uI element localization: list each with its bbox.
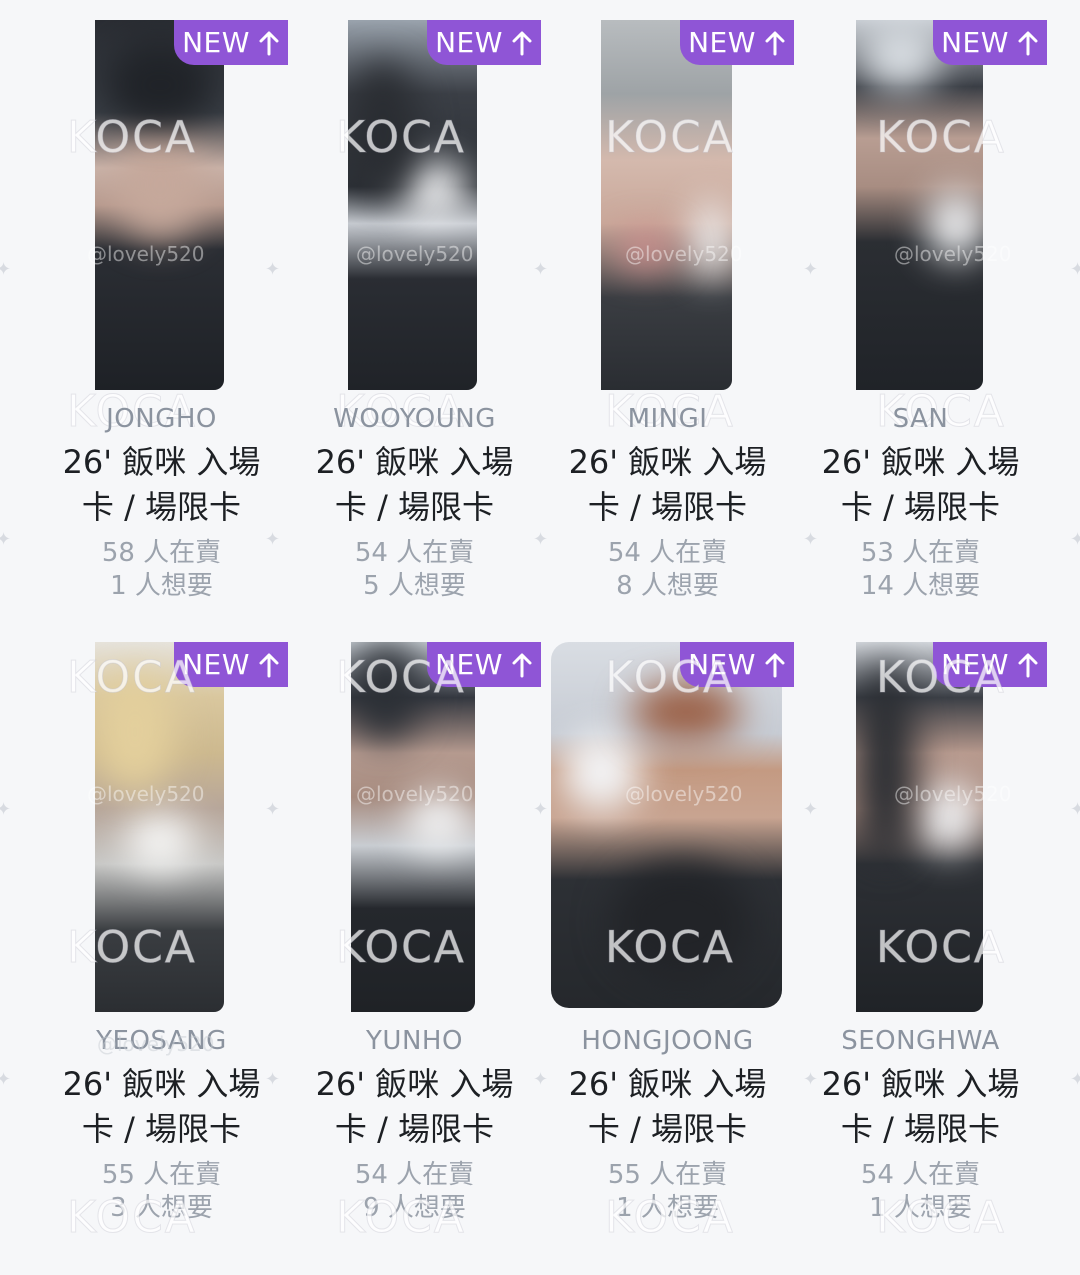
member-name: HONGJOONG (581, 1026, 754, 1056)
card-title-line-1[interactable]: 26' 飯咪 入場 (35, 440, 288, 484)
photocard-grid: NEW KOCA @lovely520 KOCA JONGHO 26' 飯咪 入… (0, 0, 1080, 1275)
sellers-count: 53 人在賣 (860, 538, 981, 568)
photocard-item[interactable]: NEW KOCA KOCA @lovely520 HONGJOONG 26' 飯… (541, 642, 794, 1244)
new-badge: NEW (933, 642, 1047, 687)
arrow-up-icon (259, 31, 279, 55)
new-badge: NEW (680, 642, 794, 687)
new-badge-label: NEW (182, 648, 250, 681)
member-name: WOOYOUNG (333, 404, 496, 434)
new-badge-label: NEW (941, 26, 1009, 59)
card-photo[interactable] (95, 20, 224, 390)
card-photo[interactable] (348, 20, 477, 390)
card-title-line-1[interactable]: 26' 飯咪 入場 (794, 440, 1047, 484)
sellers-count: 55 人在賣 (607, 1160, 728, 1190)
photocard-item[interactable]: NEW KOCA @lovely520 KOCA MINGI 26' 飯咪 入場… (541, 20, 794, 620)
member-name: MINGI (627, 404, 708, 434)
card-title-line-2[interactable]: 卡 / 場限卡 (288, 1107, 541, 1151)
photocard-item[interactable]: NEW KOCA KOCA @lovely520 SEONGHWA 26' 飯咪… (794, 642, 1047, 1244)
arrow-up-icon (765, 31, 785, 55)
card-title-line-1[interactable]: 26' 飯咪 入場 (541, 440, 794, 484)
arrow-up-icon (765, 653, 785, 677)
new-badge-label: NEW (688, 648, 756, 681)
wants-count: 3 人想要 (110, 1193, 213, 1223)
card-photo[interactable] (95, 642, 224, 1012)
new-badge-label: NEW (435, 26, 503, 59)
card-title-line-1[interactable]: 26' 飯咪 入場 (288, 440, 541, 484)
arrow-up-icon (1018, 653, 1038, 677)
wants-count: 5 人想要 (363, 571, 466, 601)
card-title-line-2[interactable]: 卡 / 場限卡 (35, 1107, 288, 1151)
member-name: SEONGHWA (841, 1026, 1000, 1056)
member-name: SAN (892, 404, 949, 434)
new-badge-label: NEW (688, 26, 756, 59)
photocard-item[interactable]: NEW KOCA KOCA @lovely520 YUNHO 26' 飯咪 入場… (288, 642, 541, 1244)
card-image-area[interactable]: NEW KOCA KOCA @lovely520 (541, 642, 794, 1012)
card-image-area[interactable]: NEW KOCA KOCA @lovely520 (35, 642, 288, 1012)
photocard-item[interactable]: NEW KOCA KOCA @lovely520 YEOSANG @lovely… (35, 642, 288, 1244)
sellers-count: 54 人在賣 (354, 1160, 475, 1190)
card-title-line-1[interactable]: 26' 飯咪 入場 (35, 1062, 288, 1106)
card-title-line-1[interactable]: 26' 飯咪 入場 (794, 1062, 1047, 1106)
new-badge-label: NEW (435, 648, 503, 681)
card-title-line-2[interactable]: 卡 / 場限卡 (794, 485, 1047, 529)
new-badge: NEW (427, 20, 541, 65)
card-photo[interactable] (551, 642, 782, 1008)
card-photo[interactable] (351, 642, 475, 1012)
card-image-area[interactable]: NEW KOCA @lovely520 (794, 20, 1047, 390)
sellers-count: 54 人在賣 (607, 538, 728, 568)
card-title-line-1[interactable]: 26' 飯咪 入場 (541, 1062, 794, 1106)
card-image-area[interactable]: NEW KOCA KOCA @lovely520 (288, 642, 541, 1012)
arrow-up-icon (512, 653, 532, 677)
photocard-item[interactable]: NEW KOCA @lovely520 KOCA JONGHO 26' 飯咪 入… (35, 20, 288, 620)
new-badge: NEW (933, 20, 1047, 65)
new-badge-label: NEW (182, 26, 250, 59)
card-photo[interactable] (601, 20, 732, 390)
card-image-area[interactable]: NEW KOCA @lovely520 (288, 20, 541, 390)
wants-count: 1 人想要 (110, 571, 213, 601)
card-title-line-2[interactable]: 卡 / 場限卡 (541, 1107, 794, 1151)
member-name: JONGHO (106, 404, 217, 434)
wants-count: 9 人想要 (363, 1193, 466, 1223)
card-photo[interactable] (856, 642, 983, 1012)
photocard-item[interactable]: NEW KOCA @lovely520 KOCA WOOYOUNG 26' 飯咪… (288, 20, 541, 620)
arrow-up-icon (259, 653, 279, 677)
card-title-line-2[interactable]: 卡 / 場限卡 (541, 485, 794, 529)
wants-count: 1 人想要 (616, 1193, 719, 1223)
card-title-line-1[interactable]: 26' 飯咪 入場 (288, 1062, 541, 1106)
new-badge: NEW (680, 20, 794, 65)
new-badge: NEW (174, 642, 288, 687)
card-image-area[interactable]: NEW KOCA KOCA @lovely520 (794, 642, 1047, 1012)
sellers-count: 54 人在賣 (354, 538, 475, 568)
card-title-line-2[interactable]: 卡 / 場限卡 (35, 485, 288, 529)
wants-count: 8 人想要 (616, 571, 719, 601)
card-image-area[interactable]: NEW KOCA @lovely520 (541, 20, 794, 390)
new-badge-label: NEW (941, 648, 1009, 681)
sellers-count: 58 人在賣 (101, 538, 222, 568)
card-title-line-2[interactable]: 卡 / 場限卡 (288, 485, 541, 529)
card-photo[interactable] (856, 20, 983, 390)
member-name: YEOSANG (96, 1026, 227, 1056)
wants-count: 1 人想要 (869, 1193, 972, 1223)
photocard-item[interactable]: NEW KOCA @lovely520 KOCA SAN 26' 飯咪 入場 卡… (794, 20, 1047, 620)
arrow-up-icon (1018, 31, 1038, 55)
new-badge: NEW (427, 642, 541, 687)
arrow-up-icon (512, 31, 532, 55)
wants-count: 14 人想要 (860, 571, 981, 601)
new-badge: NEW (174, 20, 288, 65)
sellers-count: 54 人在賣 (860, 1160, 981, 1190)
sellers-count: 55 人在賣 (101, 1160, 222, 1190)
card-title-line-2[interactable]: 卡 / 場限卡 (794, 1107, 1047, 1151)
member-name: YUNHO (366, 1026, 463, 1056)
card-image-area[interactable]: NEW KOCA @lovely520 (35, 20, 288, 390)
